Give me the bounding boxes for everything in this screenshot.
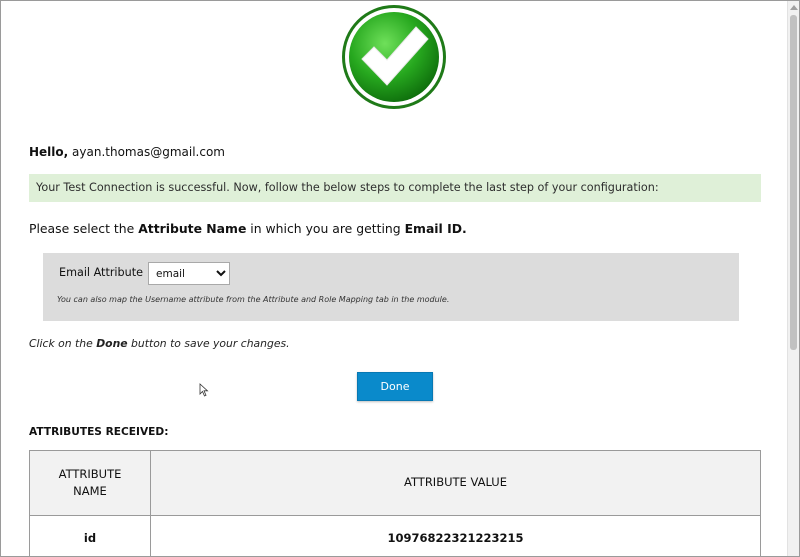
- table-row-name: id: [83, 531, 97, 545]
- done-button[interactable]: Done: [357, 372, 433, 401]
- instruction-attribute-name: Attribute Name: [138, 221, 247, 236]
- scrollbar-thumb[interactable]: [790, 15, 797, 350]
- attribute-instruction: Please select the Attribute Name in whic…: [29, 221, 467, 236]
- attributes-received-heading: ATTRIBUTES RECEIVED:: [29, 426, 169, 438]
- vertical-scrollbar[interactable]: [787, 1, 799, 556]
- attributes-table: ATTRIBUTE NAME ATTRIBUTE VALUE id 1097682…: [29, 450, 761, 556]
- table-row-value: 10976822321223215: [387, 531, 524, 545]
- table-row-divider: [30, 515, 760, 516]
- instruction-email-id: Email ID.: [404, 221, 467, 236]
- done-note-bold: Done: [96, 337, 128, 350]
- success-banner: Your Test Connection is successful. Now,…: [29, 174, 761, 202]
- done-note-text-2: button to save your changes.: [127, 337, 290, 350]
- done-note-text: Click on the: [29, 337, 97, 350]
- success-checkmark-icon: [342, 5, 446, 109]
- instruction-text-2: in which you are getting: [246, 221, 405, 236]
- email-attribute-select[interactable]: email: [148, 262, 230, 285]
- instruction-text: Please select the: [29, 221, 139, 236]
- scroll-up-icon[interactable]: [790, 5, 798, 10]
- done-note: Click on the Done button to save your ch…: [29, 337, 290, 350]
- mouse-cursor-icon: [199, 383, 209, 397]
- header-attribute-value: ATTRIBUTE VALUE: [404, 475, 507, 489]
- greeting-prefix: Hello,: [29, 145, 69, 159]
- greeting: Hello, ayan.thomas@gmail.com: [29, 145, 225, 159]
- user-email: ayan.thomas@gmail.com: [72, 145, 225, 159]
- test-connection-window: Hello, ayan.thomas@gmail.com Your Test C…: [0, 0, 800, 557]
- email-attribute-panel: Email Attribute email You can also map t…: [43, 253, 739, 321]
- header-attribute-name: ATTRIBUTE NAME: [58, 467, 122, 498]
- email-attribute-hint: You can also map the Username attribute …: [57, 295, 450, 304]
- email-attribute-label: Email Attribute: [59, 266, 143, 279]
